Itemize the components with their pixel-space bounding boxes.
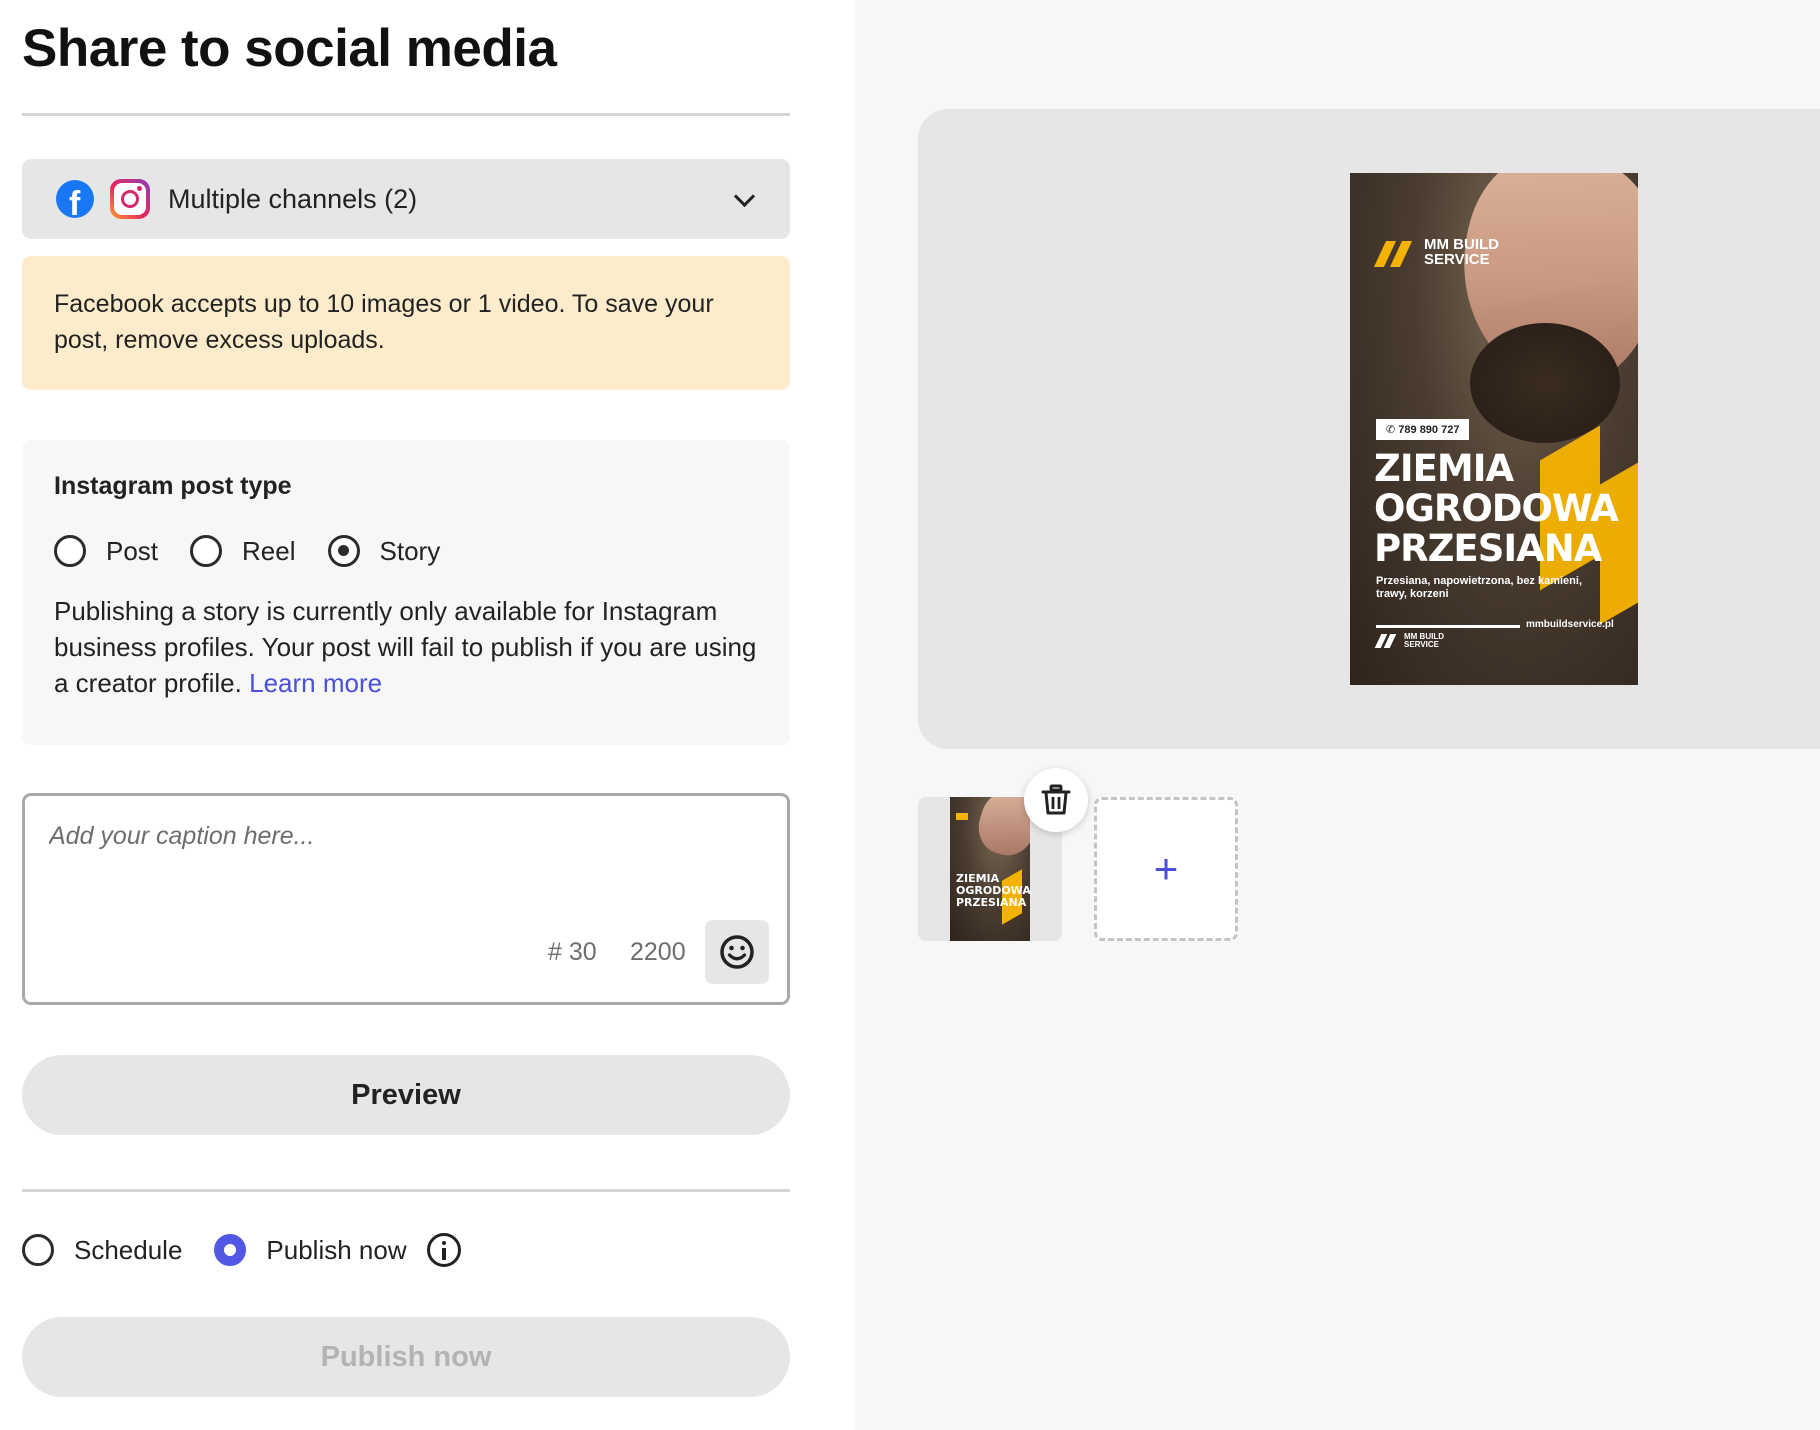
post-type-note-text: Publishing a story is currently only ava… <box>54 596 757 698</box>
warning-text: Facebook accepts up to 10 images or 1 vi… <box>54 290 714 354</box>
radio-schedule-circle[interactable] <box>22 1234 54 1266</box>
radio-story[interactable]: Story <box>327 535 441 567</box>
facebook-icon: f <box>56 180 94 221</box>
smiley-icon <box>720 935 754 969</box>
caption-box: # 30 2200 <box>22 793 790 1005</box>
post-type-note: Publishing a story is currently only ava… <box>54 593 758 701</box>
divider <box>22 113 790 116</box>
poster-headline-line: ZIEMIA <box>1374 447 1514 490</box>
chevron-down-icon[interactable] <box>733 185 756 208</box>
brand-mark-icon <box>1373 241 1416 267</box>
brand-logo: MM BUILD SERVICE <box>1373 237 1499 267</box>
radio-reel-circle[interactable] <box>190 535 223 567</box>
page-title: Share to social media <box>22 19 557 78</box>
warning-banner: Facebook accepts up to 10 images or 1 vi… <box>22 256 790 390</box>
radio-schedule-label: Schedule <box>74 1234 183 1265</box>
post-type-radio-group: Post Reel Story <box>54 535 758 567</box>
poster-headline-line: PRZESIANA <box>1374 527 1602 570</box>
radio-publish-now-label: Publish now <box>266 1234 407 1265</box>
poster-footer-logo: MM BUILD SERVICE <box>1374 633 1444 649</box>
poster-image: MM BUILD SERVICE ✆ 789 890 727 ZIEMIA OGR… <box>1350 173 1638 685</box>
soil-image <box>1470 323 1620 443</box>
publish-timing-radio-group: Schedule Publish now <box>22 1233 461 1267</box>
radio-story-circle[interactable] <box>327 535 360 567</box>
poster-footer-brand-line: SERVICE <box>1404 640 1439 649</box>
character-counter: 2200 <box>630 938 686 966</box>
instagram-icon <box>110 179 150 219</box>
poster-subtitle: Przesiana, napowietrzona, bez kamieni, t… <box>1376 575 1583 600</box>
radio-publish-now[interactable]: Publish now <box>214 1234 407 1266</box>
poster-headline-line: OGRODOWA <box>1374 487 1619 530</box>
brand-mark-icon <box>1374 634 1398 648</box>
radio-schedule[interactable]: Schedule <box>22 1234 182 1266</box>
poster-phone-number: 789 890 727 <box>1398 424 1460 436</box>
radio-reel[interactable]: Reel <box>190 535 296 567</box>
media-preview-stage: MM BUILD SERVICE ✆ 789 890 727 ZIEMIA OGR… <box>918 109 1820 749</box>
learn-more-link[interactable]: Learn more <box>249 668 382 698</box>
channel-dropdown[interactable]: f Multiple channels (2) <box>22 159 790 239</box>
poster-phone: ✆ 789 890 727 <box>1376 419 1470 440</box>
radio-post[interactable]: Post <box>54 535 158 567</box>
emoji-button[interactable] <box>705 920 769 984</box>
brand-name: MM BUILD SERVICE <box>1424 237 1499 267</box>
radio-publish-now-circle[interactable] <box>214 1234 247 1266</box>
radio-post-circle[interactable] <box>54 535 86 567</box>
plus-icon: + <box>1153 845 1179 892</box>
media-preview-panel: MM BUILD SERVICE ✆ 789 890 727 ZIEMIA OGR… <box>854 0 1820 1430</box>
share-panel: Share to social media f Multiple channel… <box>0 0 854 1430</box>
hand-image <box>971 797 1030 863</box>
divider <box>22 1189 790 1192</box>
radio-reel-label: Reel <box>242 535 296 566</box>
info-icon[interactable] <box>426 1233 461 1267</box>
post-type-title: Instagram post type <box>54 472 292 500</box>
trash-icon <box>1041 784 1071 815</box>
delete-media-button[interactable] <box>1024 768 1088 832</box>
poster-headline: ZIEMIA OGRODOWA PRZESIANA <box>1374 447 1619 570</box>
hashtag-counter: # 30 <box>548 938 597 966</box>
preview-button[interactable]: Preview <box>22 1055 790 1135</box>
instagram-post-type-section: Instagram post type Post Reel Story Publ… <box>22 440 790 745</box>
brand-name-line: SERVICE <box>1424 251 1490 268</box>
radio-post-label: Post <box>106 535 159 566</box>
channel-dropdown-label: Multiple channels (2) <box>168 183 418 214</box>
poster-divider <box>1376 625 1520 628</box>
caption-input[interactable] <box>49 822 749 902</box>
thumbnail-image: ZIEMIA OGRODOWA PRZESIANA <box>950 797 1030 941</box>
poster-footer-brand: MM BUILD SERVICE <box>1404 633 1444 649</box>
add-media-button[interactable]: + <box>1094 797 1238 941</box>
publish-now-button[interactable]: Publish now <box>22 1317 790 1397</box>
brand-mark-icon <box>956 813 968 820</box>
thumbnail-headline: ZIEMIA OGRODOWA PRZESIANA <box>956 872 1030 909</box>
poster-url: mmbuildservice.pl <box>1526 619 1614 630</box>
radio-story-label: Story <box>379 535 441 566</box>
